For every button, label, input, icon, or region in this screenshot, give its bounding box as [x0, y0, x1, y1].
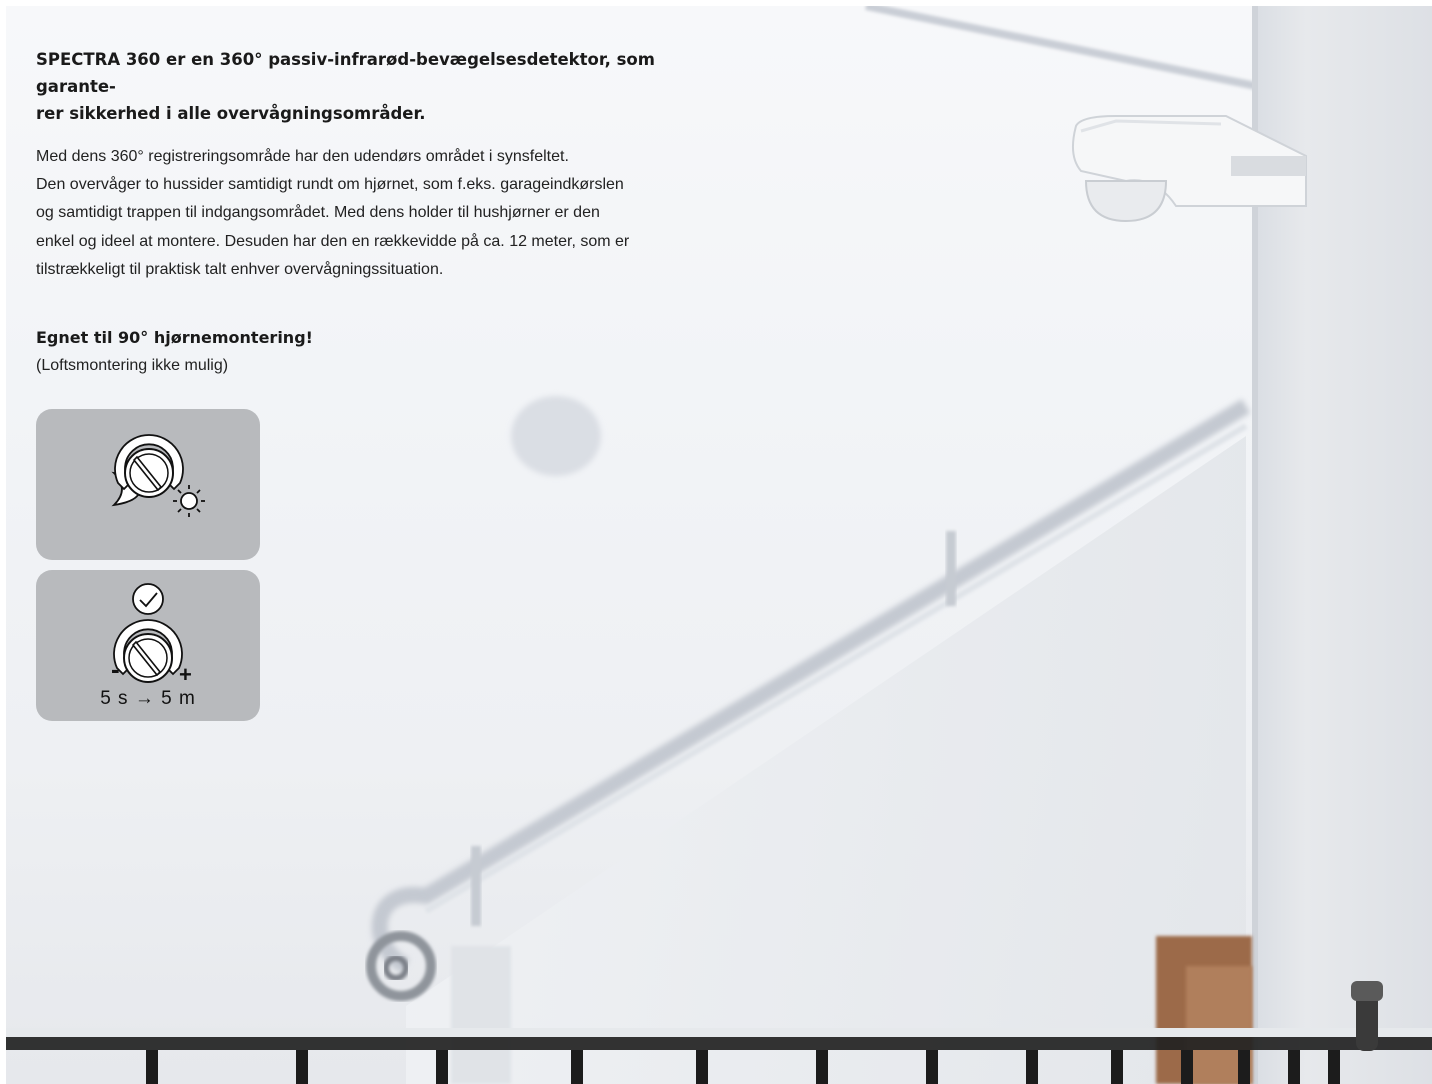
dial-icon: [113, 619, 183, 683]
brochure-page: SPECTRA 360 er en 360° passiv-infrarød-b…: [6, 6, 1432, 1084]
light-setting-panel: [36, 409, 260, 560]
rail-post: [946, 531, 956, 606]
heading: SPECTRA 360 er en 360° passiv-infrarød-b…: [36, 46, 726, 127]
dial-icon: [114, 434, 184, 498]
clock-icon: [132, 583, 164, 615]
top-rail: [865, 6, 1257, 90]
body-line: og samtidigt trappen til indgangsområdet…: [36, 204, 600, 222]
time-range-label: 5 s → 5 m: [100, 688, 196, 709]
heading-line: SPECTRA 360 er en 360° passiv-infrarød-b…: [36, 50, 655, 96]
body-line: Med dens 360° registreringsområde har de…: [36, 148, 569, 165]
light-setting-diagram: [111, 434, 205, 517]
time-setting-panel: - + 5 s → 5 m: [36, 570, 260, 721]
body-line: enkel og ideel at montere. Desuden har d…: [36, 232, 630, 250]
minus-sign: -: [111, 654, 120, 684]
sun-icon: [173, 485, 205, 517]
corner-mount-title: Egnet til 90° hjørnemontering!: [36, 328, 313, 347]
corner-mount-note: (Loftsmontering ikke mulig): [36, 357, 229, 374]
heading-line: rer sikkerhed i alle overvågningsområder…: [36, 104, 426, 123]
body-line: Den overvåger to hussider samtidigt rund…: [36, 176, 624, 194]
stair-wall: [406, 436, 1246, 1084]
body-line: tilstrækkeligt til praktisk talt enhver …: [36, 260, 444, 278]
body-paragraph: Med dens 360° registreringsområde har de…: [36, 143, 726, 284]
plus-sign: +: [179, 662, 192, 687]
